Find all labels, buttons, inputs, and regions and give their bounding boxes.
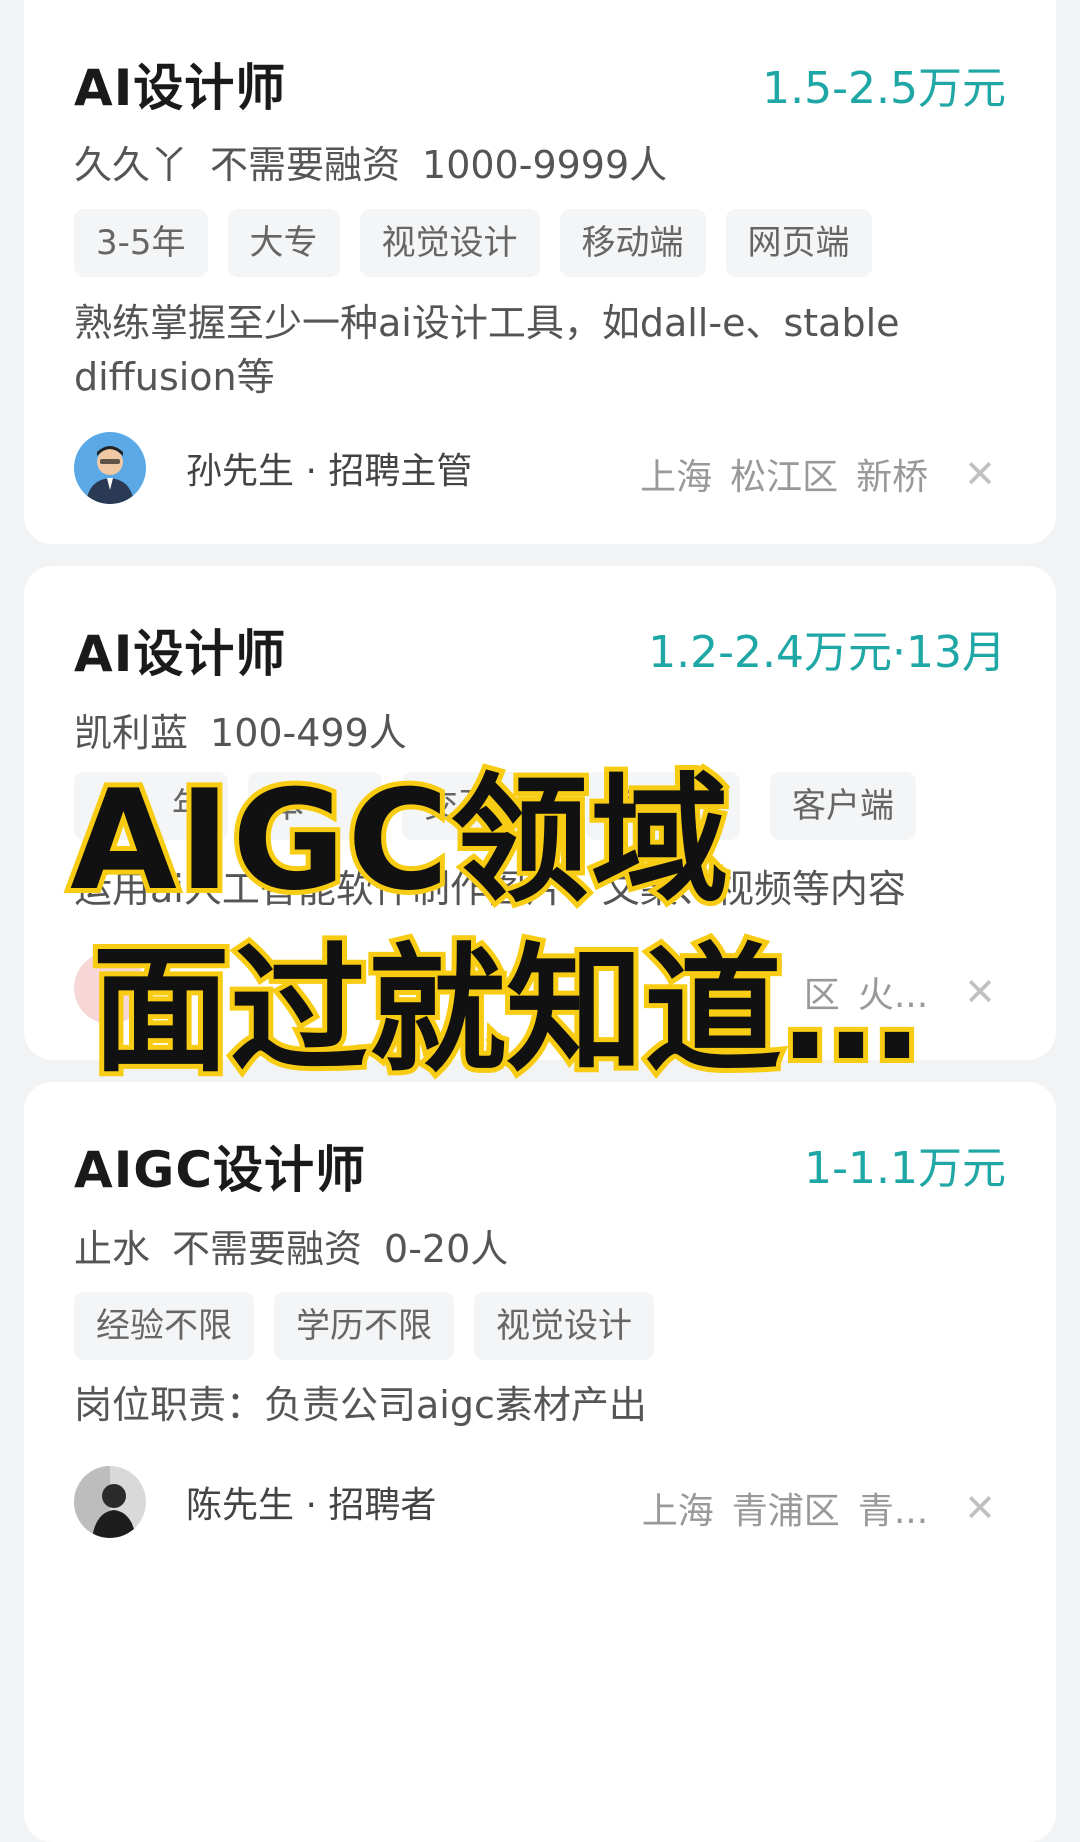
funding-stage: 不需要融资 <box>172 1227 363 1271</box>
salary: 1.5-2.5万元 <box>762 63 1006 114</box>
tag: 3-5年 <box>74 209 208 277</box>
city: 上海 <box>640 457 713 498</box>
location: 上海 青浦区 青... ✕ <box>642 1482 996 1534</box>
company-size: 1000-9999人 <box>422 143 668 187</box>
job-title: AIGC设计师 <box>74 1141 367 1199</box>
company-name: 久久丫 <box>74 143 189 187</box>
salary: 1.2-2.4万元·13月 <box>648 627 1006 678</box>
area: 青... <box>857 1491 929 1532</box>
area: 新桥 <box>856 457 929 498</box>
job-title: AI设计师 <box>74 59 287 117</box>
recruiter[interactable]: 孙先生 · 招聘主管 <box>74 432 472 504</box>
overlay-caption-line2: 面过就知道… <box>87 925 925 1096</box>
recruiter-name: 陈先生 · 招聘者 <box>186 1485 437 1526</box>
avatar <box>74 432 146 504</box>
tag: 网页端 <box>725 209 872 277</box>
company-name: 止水 <box>74 1227 151 1271</box>
district: 松江区 <box>730 457 839 498</box>
city: 上海 <box>641 1491 714 1532</box>
tag: 经验不限 <box>74 1292 254 1360</box>
avatar <box>74 1466 146 1538</box>
tag-list: 经验不限 学历不限 视觉设计 <box>74 1292 654 1360</box>
tag-list: 3-5年 大专 视觉设计 移动端 网页端 <box>74 209 872 277</box>
salary: 1-1.1万元 <box>804 1143 1006 1194</box>
company-info: 止水 不需要融资 0-20人 <box>74 1218 508 1273</box>
job-card-3[interactable]: AIGC设计师 1-1.1万元 止水 不需要融资 0-20人 经验不限 学历不限… <box>24 1082 1056 1842</box>
tag: 视觉设计 <box>359 209 540 277</box>
tag: 移动端 <box>559 209 706 277</box>
close-icon[interactable]: ✕ <box>964 1489 996 1527</box>
funding-stage: 不需要融资 <box>210 143 401 187</box>
tag: 学历不限 <box>274 1292 454 1360</box>
tag: 客户端 <box>770 772 916 840</box>
company-size: 0-20人 <box>384 1227 509 1271</box>
close-icon[interactable]: ✕ <box>964 455 996 493</box>
job-description: 岗位职责：负责公司aigc素材产出 <box>74 1383 647 1427</box>
tag: 大专 <box>227 209 340 277</box>
district: 青浦区 <box>731 1491 840 1532</box>
recruiter-name: 孙先生 · 招聘主管 <box>186 451 473 492</box>
job-card-1[interactable]: AI设计师 1.5-2.5万元 久久丫 不需要融资 1000-9999人 3-5… <box>24 0 1056 544</box>
job-title: AI设计师 <box>74 625 287 683</box>
company-info: 久久丫 不需要融资 1000-9999人 <box>74 134 667 189</box>
close-icon[interactable]: ✕ <box>964 973 996 1011</box>
tag: 视觉设计 <box>474 1292 654 1360</box>
job-description: 熟练掌握至少一种ai设计工具，如dall-e、stable diffusion等 <box>74 301 900 399</box>
location: 上海 松江区 新桥 ✕ <box>640 448 996 500</box>
recruiter[interactable]: 陈先生 · 招聘者 <box>74 1466 436 1538</box>
